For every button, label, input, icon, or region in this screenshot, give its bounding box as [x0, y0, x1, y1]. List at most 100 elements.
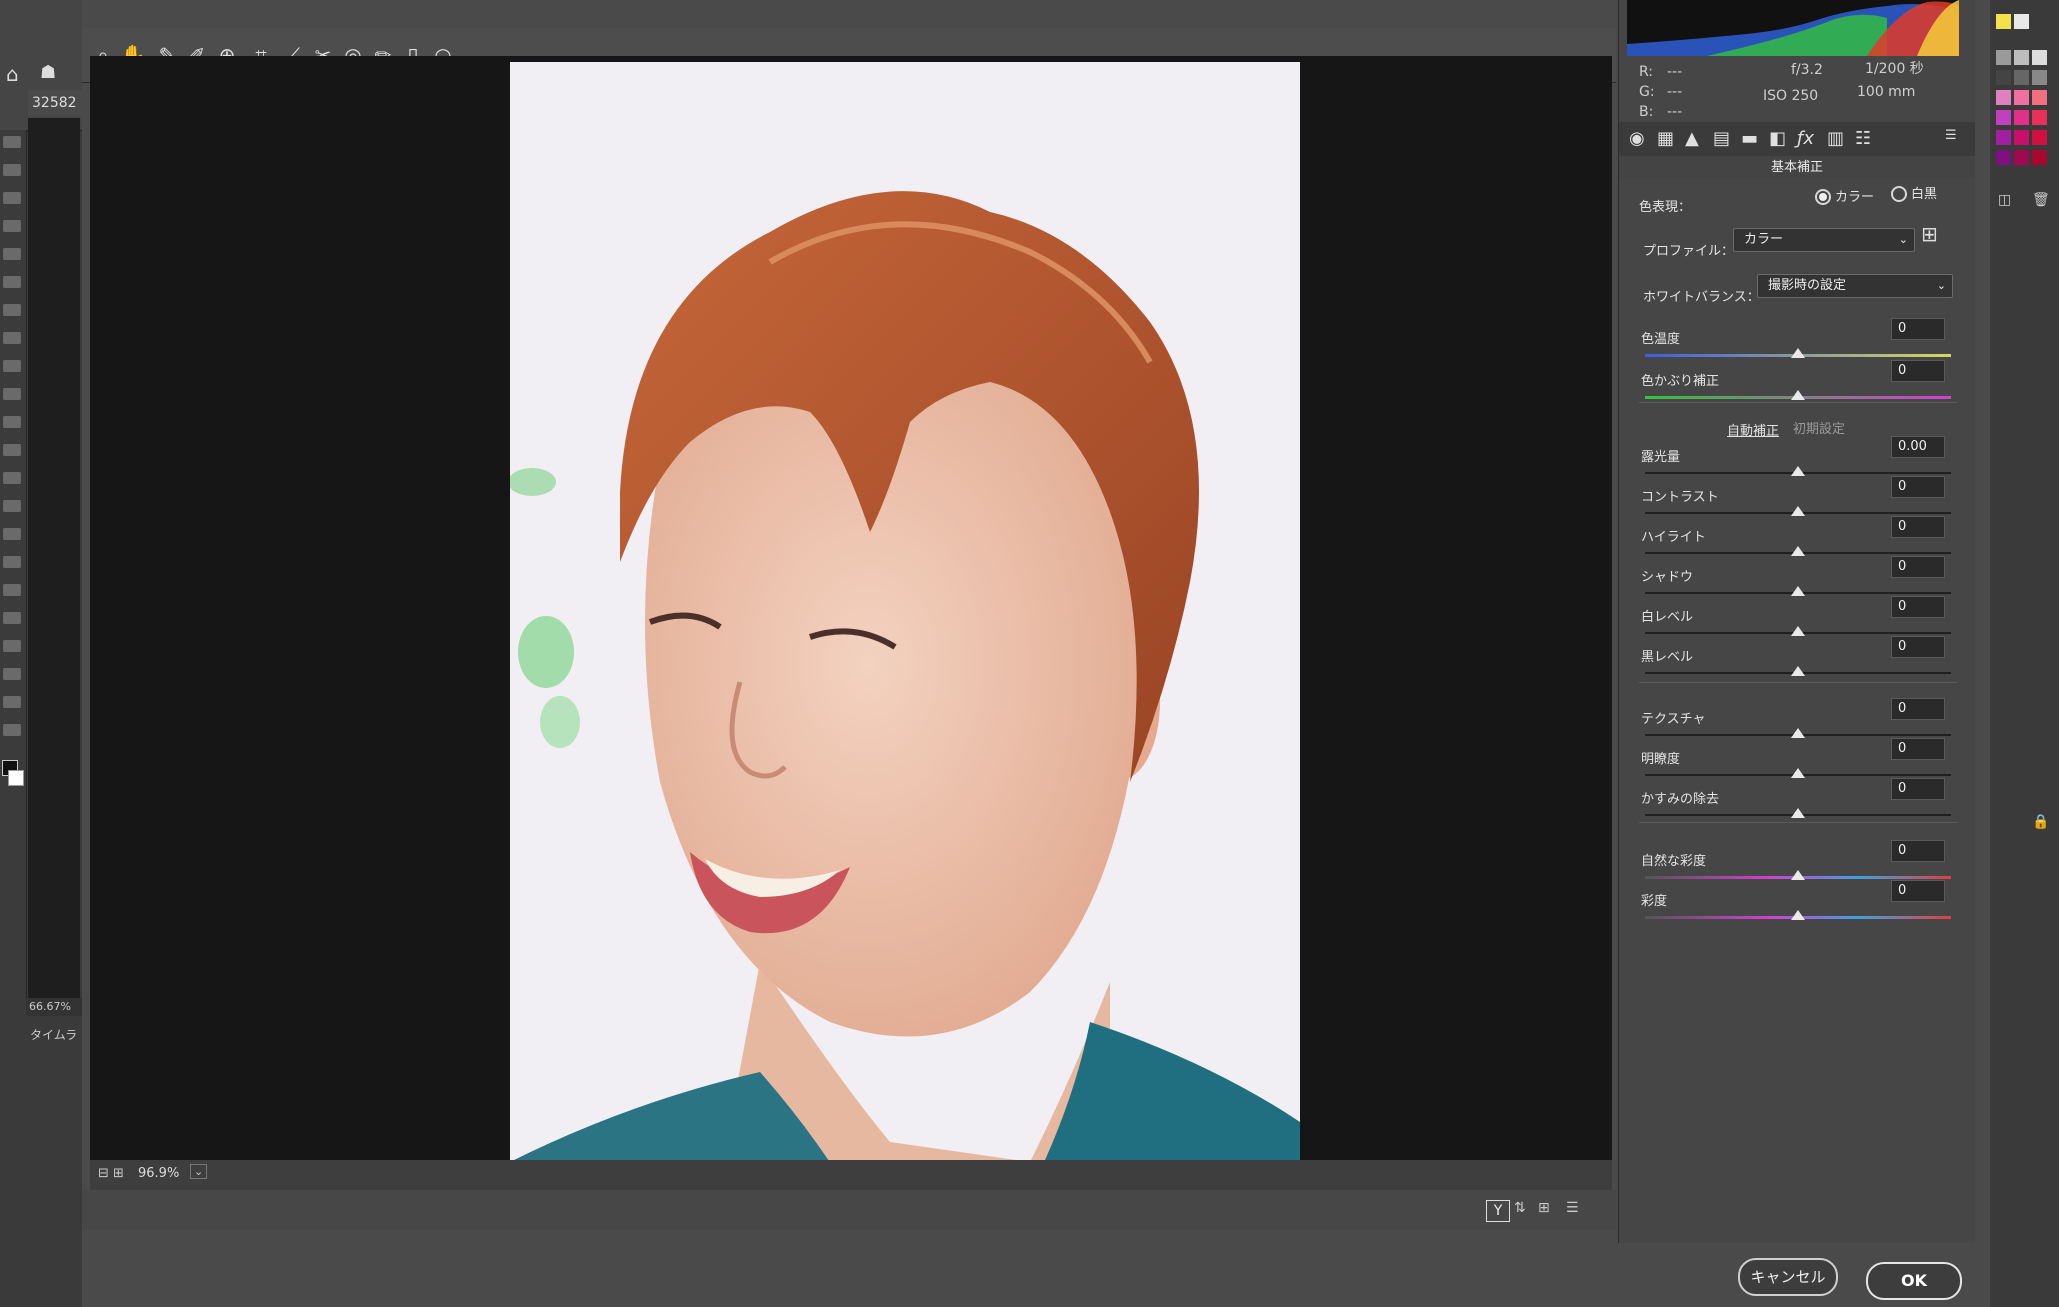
- stamp-tool-icon[interactable]: [3, 388, 21, 400]
- slider-thumb[interactable]: [1791, 728, 1805, 738]
- eraser-tool-icon[interactable]: [3, 444, 21, 456]
- split-toning-tab-icon[interactable]: ▬: [1741, 128, 1758, 149]
- slider-thumb[interactable]: [1791, 506, 1805, 516]
- trash-icon[interactable]: 🗑: [2032, 192, 2050, 208]
- slider-value-field[interactable]: 0: [1891, 516, 1945, 538]
- copy-settings-icon[interactable]: ⊞: [1538, 1200, 1550, 1216]
- slider-value-field[interactable]: 0: [1891, 698, 1945, 720]
- slider-value-field[interactable]: 0: [1891, 778, 1945, 800]
- swatch[interactable]: [2014, 14, 2029, 29]
- lens-corrections-tab-icon[interactable]: ◧: [1769, 128, 1786, 149]
- profile-select[interactable]: カラー ⌄: [1733, 228, 1915, 252]
- lock-icon[interactable]: 🔒: [2032, 814, 2049, 830]
- shape-tool-icon[interactable]: [3, 640, 21, 652]
- detail-tab-icon[interactable]: ▲: [1685, 128, 1699, 149]
- slider-thumb[interactable]: [1791, 546, 1805, 556]
- dodge-tool-icon[interactable]: [3, 528, 21, 540]
- slider-thumb[interactable]: [1791, 910, 1805, 920]
- basic-panel-tab-icon[interactable]: ◉: [1629, 128, 1645, 149]
- swatch[interactable]: [1996, 50, 2011, 65]
- swatch[interactable]: [2032, 150, 2047, 165]
- lasso-tool-icon[interactable]: [3, 192, 21, 204]
- background-color-swatch[interactable]: [8, 770, 24, 786]
- color-radio-label[interactable]: カラー: [1835, 186, 1874, 205]
- new-swatch-icon[interactable]: ◫: [1998, 192, 2011, 208]
- auto-button[interactable]: 自動補正: [1727, 420, 1779, 439]
- move-tool-icon[interactable]: [3, 136, 21, 148]
- presets-tab-icon[interactable]: ☷: [1855, 128, 1871, 149]
- slider-value-field[interactable]: 0: [1891, 596, 1945, 618]
- swatch[interactable]: [2014, 150, 2029, 165]
- fit-view-icon[interactable]: ⊟ ⊞: [98, 1166, 124, 1181]
- slider-value-field[interactable]: 0: [1891, 556, 1945, 578]
- swatch[interactable]: [2014, 110, 2029, 125]
- swatch[interactable]: [1996, 110, 2011, 125]
- type-tool-icon[interactable]: [3, 584, 21, 596]
- healing-tool-icon[interactable]: [3, 332, 21, 344]
- gradient-tool-icon[interactable]: [3, 472, 21, 484]
- profile-browser-grid-icon[interactable]: ⊞: [1921, 222, 1938, 246]
- slider-thumb[interactable]: [1791, 466, 1805, 476]
- swatch[interactable]: [1996, 90, 2011, 105]
- swatch[interactable]: [2032, 130, 2047, 145]
- blur-tool-icon[interactable]: [3, 500, 21, 512]
- zoom-dropdown-chevron-icon[interactable]: ⌄: [190, 1164, 208, 1179]
- hsl-tab-icon[interactable]: ▤: [1713, 128, 1730, 149]
- slider-thumb[interactable]: [1791, 586, 1805, 596]
- before-after-y-icon[interactable]: Y: [1486, 1200, 1510, 1222]
- tone-curve-tab-icon[interactable]: ▦: [1657, 128, 1674, 149]
- calibration-tab-icon[interactable]: ▥: [1827, 128, 1844, 149]
- brush-tool-icon[interactable]: [3, 360, 21, 372]
- document-tab[interactable]: 32582: [28, 90, 82, 116]
- marquee-tool-icon[interactable]: [3, 164, 21, 176]
- slider-value-field[interactable]: 0: [1891, 840, 1945, 862]
- panel-menu-icon[interactable]: ☰: [1945, 128, 1957, 143]
- timeline-panel-tab[interactable]: タイムライ: [26, 1020, 82, 1050]
- photoshop-zoom-readout[interactable]: 66.67%: [26, 998, 82, 1016]
- zoom-level[interactable]: 96.9%: [138, 1166, 179, 1181]
- slider-value-field[interactable]: 0: [1891, 476, 1945, 498]
- crop-tool-icon[interactable]: [3, 248, 21, 260]
- color-radio[interactable]: [1815, 189, 1831, 205]
- frame-tool-icon[interactable]: [3, 276, 21, 288]
- slider-value-field[interactable]: 0: [1891, 318, 1945, 340]
- swatch[interactable]: [2032, 50, 2047, 65]
- person-icon[interactable]: ☗: [40, 62, 56, 83]
- swatch[interactable]: [1996, 150, 2011, 165]
- effects-fx-tab-icon[interactable]: ƒx: [1797, 128, 1814, 149]
- white-balance-select[interactable]: 撮影時の設定 ⌄: [1757, 274, 1953, 298]
- swatch[interactable]: [2014, 130, 2029, 145]
- toggle-settings-icon[interactable]: ☰: [1566, 1200, 1579, 1216]
- slider-value-field[interactable]: 0: [1891, 880, 1945, 902]
- slider-value-field[interactable]: 0: [1891, 360, 1945, 382]
- more-tools-icon[interactable]: [3, 724, 21, 736]
- magic-wand-tool-icon[interactable]: [3, 220, 21, 232]
- hand-tool-icon[interactable]: [3, 668, 21, 680]
- swatch[interactable]: [1996, 130, 2011, 145]
- slider-thumb[interactable]: [1791, 870, 1805, 880]
- swatch[interactable]: [2032, 110, 2047, 125]
- bw-radio[interactable]: [1891, 186, 1907, 202]
- slider-value-field[interactable]: 0: [1891, 636, 1945, 658]
- swatch[interactable]: [2014, 70, 2029, 85]
- home-icon[interactable]: ⌂: [6, 62, 19, 86]
- slider-value-field[interactable]: 0.00: [1891, 436, 1945, 458]
- swatch[interactable]: [2032, 90, 2047, 105]
- swap-settings-icon[interactable]: ⇅: [1514, 1200, 1526, 1216]
- slider-thumb[interactable]: [1791, 348, 1805, 358]
- pen-tool-icon[interactable]: [3, 556, 21, 568]
- default-button[interactable]: 初期設定: [1793, 418, 1845, 437]
- history-brush-tool-icon[interactable]: [3, 416, 21, 428]
- cancel-button[interactable]: キャンセル: [1738, 1258, 1838, 1296]
- image-preview-area[interactable]: [90, 56, 1612, 1230]
- path-select-tool-icon[interactable]: [3, 612, 21, 624]
- ok-button[interactable]: OK: [1866, 1262, 1962, 1300]
- eyedropper-tool-icon[interactable]: [3, 304, 21, 316]
- zoom-tool-icon[interactable]: [3, 696, 21, 708]
- slider-thumb[interactable]: [1791, 666, 1805, 676]
- slider-thumb[interactable]: [1791, 768, 1805, 778]
- swatch[interactable]: [2014, 50, 2029, 65]
- swatch[interactable]: [2014, 90, 2029, 105]
- swatch[interactable]: [1996, 14, 2011, 29]
- slider-value-field[interactable]: 0: [1891, 738, 1945, 760]
